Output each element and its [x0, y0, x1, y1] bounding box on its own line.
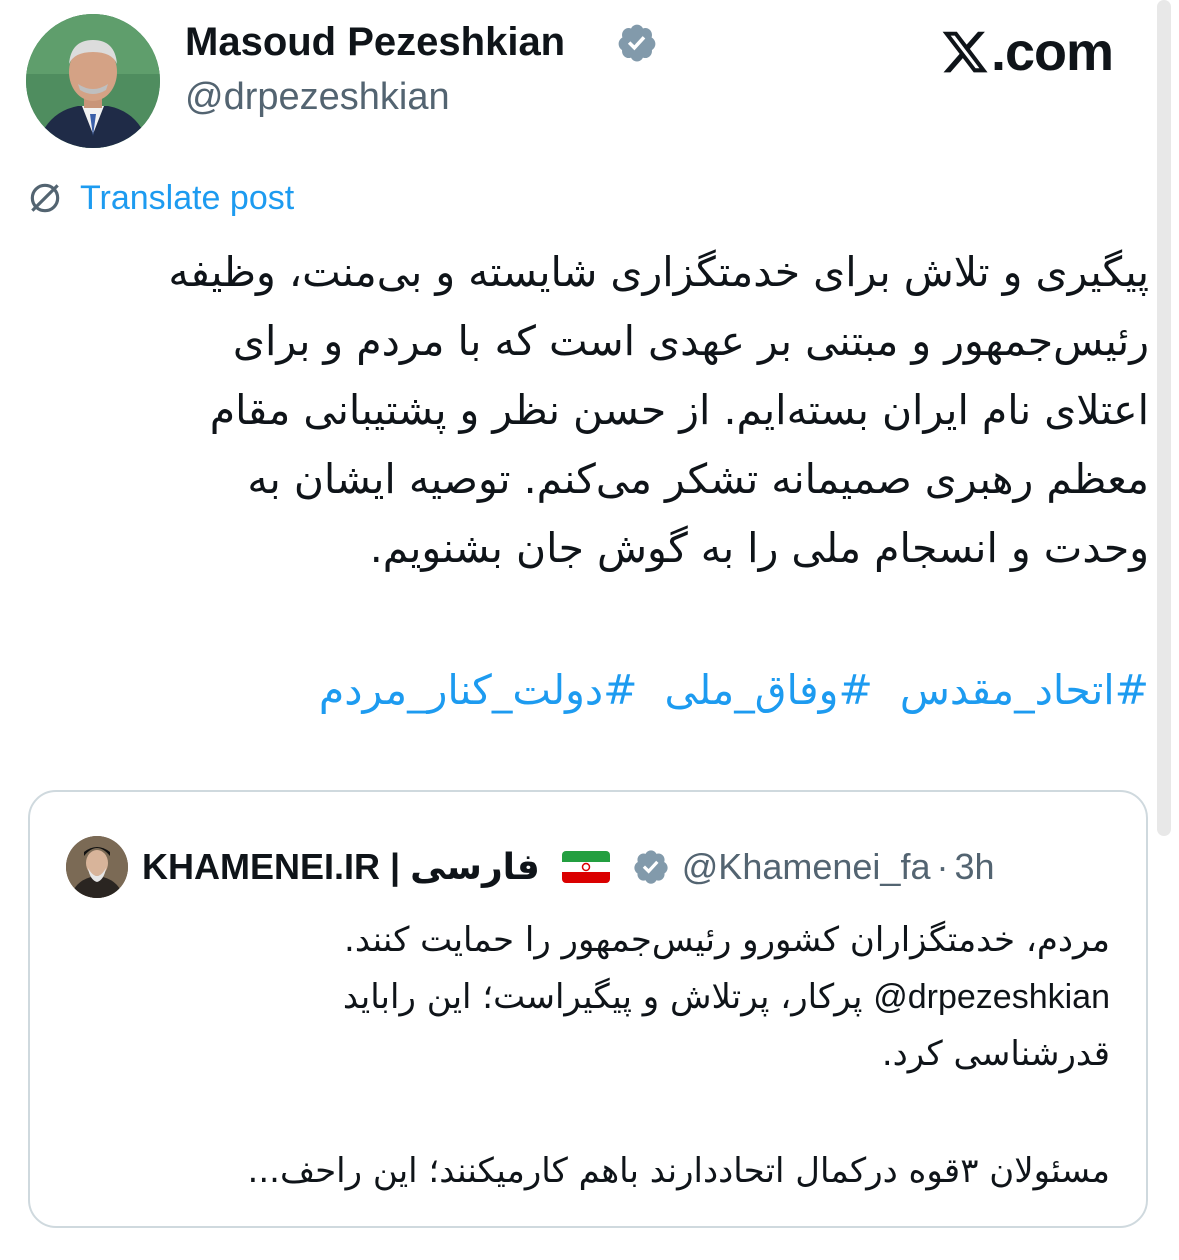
translate-post-link[interactable]: Translate post [26, 176, 294, 220]
quoted-author-avatar[interactable] [66, 836, 128, 898]
post-body: پیگیری و تلاش برای خدمتگزاری شایسته و بی… [39, 238, 1149, 583]
quoted-author-handle[interactable]: @Khamenei_fa [682, 846, 931, 888]
quoted-author-name[interactable]: KHAMENEI.IR | فارسی [142, 846, 540, 888]
quoted-post-card[interactable]: KHAMENEI.IR | فارسی @Khamenei_fa · 3h مر… [28, 790, 1148, 1228]
quoted-post-line: قدرشناسی کرد. [881, 1034, 1110, 1074]
quoted-post-timestamp[interactable]: 3h [954, 846, 994, 888]
post-line: وحدت و انسجام ملی را به گوش جان بشنویم. [369, 524, 1149, 572]
quoted-author-name-latin: KHAMENEI.IR [142, 846, 381, 887]
post-line: معظم رهبری صمیمانه تشکر می‌کنم. توصیه ای… [247, 455, 1149, 503]
portrait-image [66, 836, 128, 898]
iran-flag-icon [561, 851, 610, 883]
quoted-post-line: مردم، خدمتگزاران کشورو رئیس‌جمهور را حما… [344, 920, 1110, 960]
post-line: اعتلای نام ایران بسته‌ایم. از حسن نظر و … [209, 386, 1149, 434]
globe-translate-icon [30, 183, 60, 213]
hashtag-link[interactable]: #دولت_کنار_مردم [319, 666, 638, 714]
post-line: پیگیری و تلاش برای خدمتگزاری شایسته و بی… [168, 248, 1149, 296]
translate-post-label[interactable]: Translate post [80, 179, 294, 218]
x-com-watermark: .com [940, 22, 1114, 82]
quoted-author-name-farsi: فارسی [410, 847, 540, 888]
verified-badge-icon [618, 24, 656, 62]
verified-badge-icon [634, 850, 668, 884]
x-logo-icon [942, 31, 988, 73]
portrait-image [26, 14, 160, 148]
hashtag-link[interactable]: #وفاق_ملی [665, 666, 873, 714]
quoted-author-name-separator: | [390, 846, 401, 887]
quoted-post-line-text: پرکار، پرتلاش و پیگیراست؛ این رابايد [342, 977, 863, 1017]
quoted-post-line: @drpezeshkian پرکار، پرتلاش و پیگیراست؛ … [70, 969, 1110, 1026]
quoted-post-body: مردم، خدمتگزاران کشورو رئیس‌جمهور را حما… [70, 912, 1110, 1200]
author-avatar[interactable] [26, 14, 160, 148]
post-hashtags: #اتحاد_مقدس #وفاق_ملی #دولت_کنار_مردم [305, 660, 1149, 720]
post-line: رئیس‌جمهور و مبتنی بر عهدی است که با مرد… [232, 317, 1149, 365]
author-name[interactable]: Masoud Pezeshkian [185, 16, 565, 68]
scrollbar[interactable] [1157, 0, 1171, 836]
quoted-post-header: KHAMENEI.IR | فارسی @Khamenei_fa · 3h [142, 838, 995, 896]
author-handle[interactable]: @drpezeshkian [185, 72, 450, 122]
hashtag-link[interactable]: #اتحاد_مقدس [900, 666, 1149, 714]
mention-link[interactable]: @drpezeshkian [873, 978, 1110, 1016]
x-com-domain: .com [991, 22, 1114, 82]
dot-separator: · [936, 846, 949, 887]
quoted-post-line: مسئولان ۳قوه درکمال اتحاددارند باهم کارم… [247, 1151, 1110, 1191]
